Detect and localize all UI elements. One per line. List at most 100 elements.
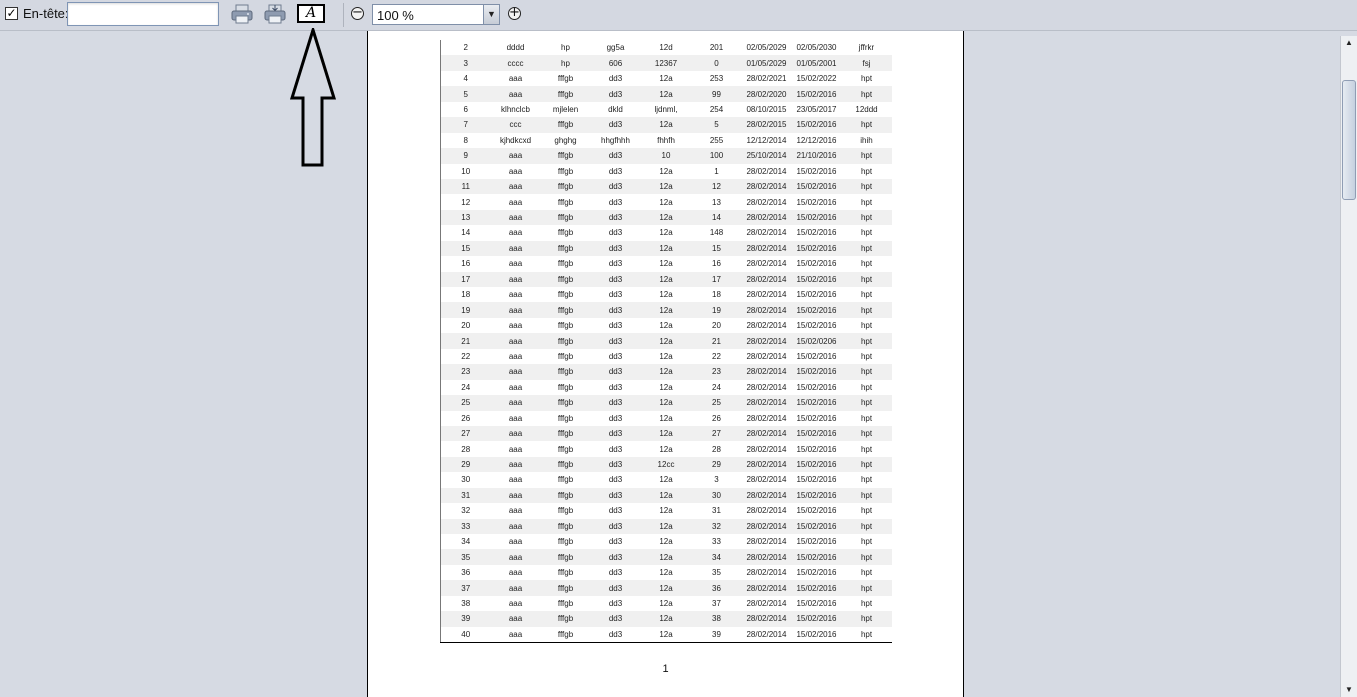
table-cell: 3: [440, 55, 491, 71]
table-cell: 12a: [640, 333, 692, 349]
table-cell: dd3: [590, 256, 641, 272]
table-cell: dd3: [590, 86, 641, 102]
table-cell: 12a: [640, 271, 692, 287]
table-cell: 34: [440, 534, 491, 550]
table-cell: 28/02/2014: [741, 472, 792, 488]
scrollbar-thumb[interactable]: [1342, 80, 1356, 200]
table-row: 28 aaa fffgb dd3 12a 28 28/02/2014 15/02/2016 hp…: [440, 441, 892, 457]
table-cell: aaa: [490, 595, 541, 612]
table-row: 17 aaa fffgb dd3 12a 17 28/02/2014 15/02/2016 hp…: [440, 271, 892, 287]
table-cell: 38: [440, 595, 491, 612]
table-cell: 34: [691, 549, 742, 565]
table-cell: aaa: [490, 626, 541, 643]
print-setup-button[interactable]: [262, 2, 288, 26]
table-cell: 29: [440, 456, 491, 473]
table-cell: 32: [691, 518, 742, 534]
table-cell: hpt: [841, 348, 892, 365]
table-cell: aaa: [490, 580, 541, 596]
table-cell: hpt: [841, 287, 892, 303]
table-cell: fffgb: [540, 395, 591, 411]
table-cell: 15/02/2022: [791, 70, 842, 87]
table-cell: aaa: [490, 333, 541, 349]
table-cell: 15/02/2016: [791, 549, 842, 565]
table-cell: fffgb: [540, 348, 591, 365]
zoom-select[interactable]: 100 % ▼: [372, 4, 500, 25]
table-cell: 02/05/2029: [741, 40, 792, 56]
table-cell: aaa: [490, 611, 541, 627]
table-cell: aaa: [490, 395, 541, 411]
table-cell: 10: [440, 163, 491, 179]
table-cell: hpt: [841, 70, 892, 87]
scroll-down-icon[interactable]: ▼: [1341, 683, 1357, 697]
header-checkbox[interactable]: ✓: [5, 7, 18, 20]
table-cell: 12a: [640, 302, 692, 318]
table-cell: jffrkr: [841, 40, 892, 56]
table-cell: aaa: [490, 240, 541, 257]
table-cell: hpt: [841, 317, 892, 334]
table-cell: 28/02/2014: [741, 333, 792, 349]
table-cell: 15/02/2016: [791, 534, 842, 550]
table-cell: 15/02/2016: [791, 225, 842, 241]
table-cell: 15/02/2016: [791, 348, 842, 365]
table-cell: 12a: [640, 611, 692, 627]
table-cell: 12a: [640, 425, 692, 442]
table-cell: 37: [440, 580, 491, 596]
table-cell: 12a: [640, 225, 692, 241]
table-cell: aaa: [490, 364, 541, 380]
table-cell: hpt: [841, 209, 892, 226]
table-row: 14 aaa fffgb dd3 12a 148 28/02/2014 15/02/2016 h…: [440, 225, 892, 241]
table-cell: 15/02/2016: [791, 117, 842, 133]
table-cell: 11: [440, 178, 491, 195]
table-cell: 28: [691, 441, 742, 457]
table-cell: aaa: [490, 302, 541, 318]
table-cell: 21: [691, 333, 742, 349]
table-cell: 12a: [640, 410, 692, 426]
table-cell: hpt: [841, 117, 892, 133]
zoom-in-button[interactable]: +: [508, 6, 521, 20]
table-cell: 37: [691, 595, 742, 612]
print-preview-area[interactable]: 2 dddd hp gg5a 12d 201 02/05/2029 02/05/2030 jff…: [0, 31, 1340, 697]
table-cell: dd3: [590, 148, 641, 164]
vertical-scrollbar[interactable]: ▲ ▼: [1340, 36, 1357, 697]
table-cell: aaa: [490, 271, 541, 287]
table-row: 29 aaa fffgb dd3 12cc 29 28/02/2014 15/02/2016 h…: [440, 456, 892, 473]
table-cell: mjlelen: [540, 101, 591, 118]
table-cell: aaa: [490, 225, 541, 241]
table-cell: 28/02/2014: [741, 287, 792, 303]
table-cell: 08/10/2015: [741, 101, 792, 118]
header-input[interactable]: [67, 2, 219, 26]
table-cell: aaa: [490, 86, 541, 102]
table-cell: 100: [691, 148, 742, 164]
table-cell: dd3: [590, 287, 641, 303]
table-cell: 4: [440, 70, 491, 87]
table-cell: ihih: [841, 132, 892, 149]
font-button[interactable]: A: [297, 4, 325, 23]
table-row: 24 aaa fffgb dd3 12a 24 28/02/2014 15/02/2016 hp…: [440, 379, 892, 396]
scroll-up-icon[interactable]: ▲: [1341, 36, 1357, 50]
zoom-out-button[interactable]: −: [351, 6, 364, 20]
table-cell: dd3: [590, 194, 641, 210]
table-cell: 15/02/2016: [791, 595, 842, 612]
table-cell: hpt: [841, 456, 892, 473]
table-cell: 24: [691, 379, 742, 396]
table-cell: 15/02/2016: [791, 425, 842, 442]
table-cell: hpt: [841, 395, 892, 411]
table-cell: 12a: [640, 549, 692, 565]
table-cell: fffgb: [540, 271, 591, 287]
table-cell: 28/02/2014: [741, 626, 792, 643]
table-cell: 28/02/2014: [741, 194, 792, 210]
table-cell: 20: [440, 317, 491, 334]
print-button[interactable]: [229, 2, 255, 26]
table-cell: 28/02/2014: [741, 441, 792, 457]
table-row: 35 aaa fffgb dd3 12a 34 28/02/2014 15/02/2016 hp…: [440, 549, 892, 565]
table-cell: 12/12/2016: [791, 132, 842, 149]
dropdown-arrow-icon[interactable]: ▼: [483, 5, 499, 24]
table-cell: 25: [691, 395, 742, 411]
table-cell: fffgb: [540, 163, 591, 179]
table-cell: 28/02/2015: [741, 117, 792, 133]
table-cell: dd3: [590, 456, 641, 473]
table-cell: dd3: [590, 441, 641, 457]
table-cell: 0: [691, 55, 742, 71]
table-cell: 21/10/2016: [791, 148, 842, 164]
table-cell: 36: [440, 564, 491, 581]
